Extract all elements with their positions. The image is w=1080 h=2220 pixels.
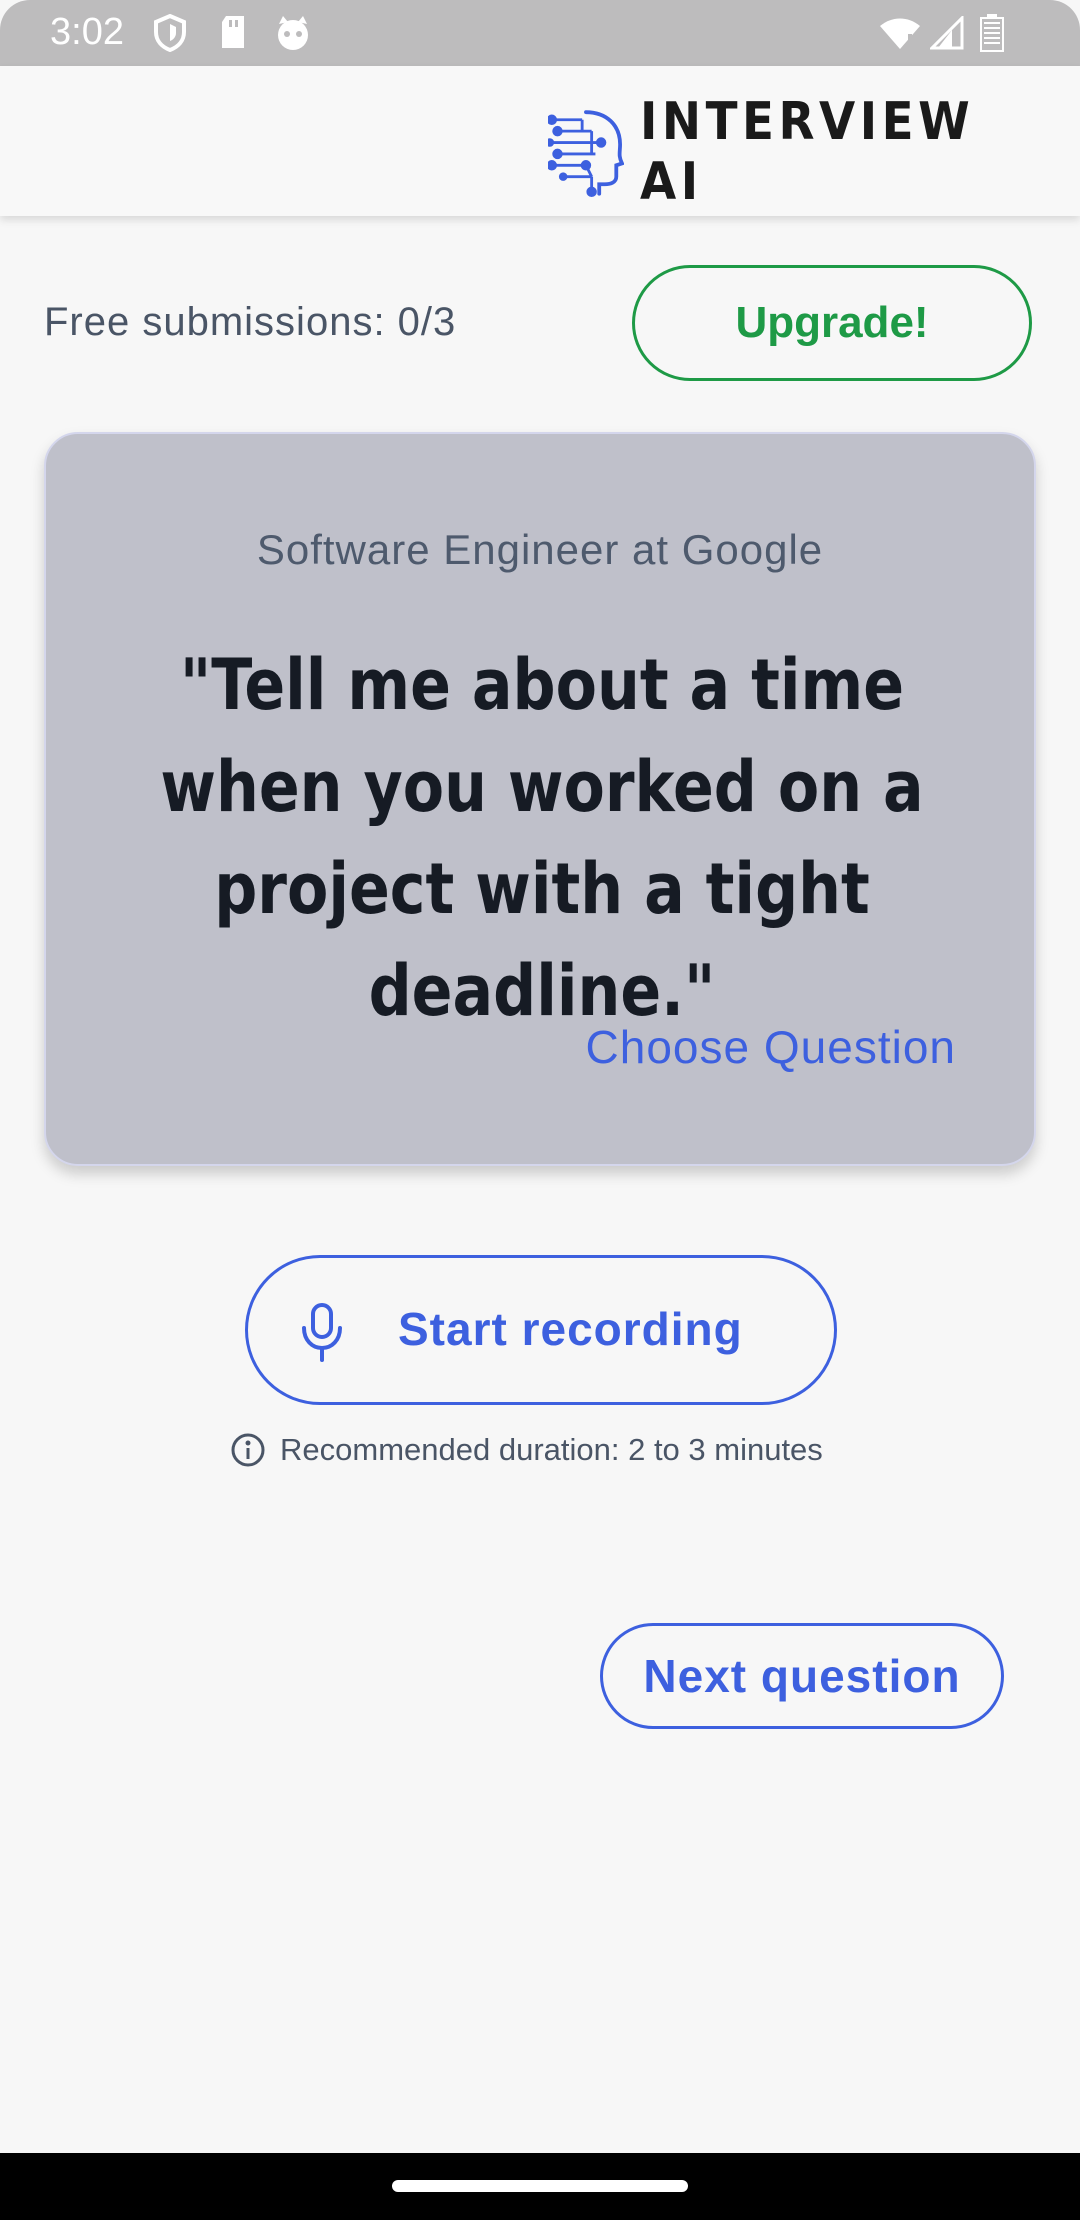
- ai-head-circuit-icon: [548, 110, 624, 198]
- upgrade-button[interactable]: Upgrade!: [632, 265, 1032, 381]
- signal-icon: [930, 16, 964, 50]
- next-question-button[interactable]: Next question: [600, 1623, 1004, 1729]
- free-submissions-label: Free submissions: 0/3: [44, 300, 457, 344]
- start-recording-button[interactable]: Start recording: [245, 1255, 837, 1405]
- battery-icon: [980, 14, 1004, 52]
- wifi-icon: [880, 18, 920, 49]
- recommended-duration: Recommended duration: 2 to 3 minutes: [230, 1430, 823, 1470]
- app-logo: INTERVIEW AI: [548, 92, 1080, 212]
- info-icon: [231, 1433, 265, 1467]
- start-recording-label: Start recording: [398, 1303, 743, 1355]
- status-bar: 3:02: [0, 0, 1080, 66]
- interview-question: "Tell me about a time when you worked on…: [160, 644, 924, 1032]
- job-title: Software Engineer at Google: [256, 526, 824, 573]
- cat-face-icon: [278, 16, 308, 50]
- sd-card-icon: [222, 16, 244, 48]
- home-indicator[interactable]: [392, 2180, 688, 2192]
- status-time: 3:02: [50, 11, 124, 53]
- choose-question-button[interactable]: Choose Question: [586, 1020, 956, 1074]
- question-card: Software Engineer at Google "Tell me abo…: [44, 432, 1036, 1166]
- app-logo-text: INTERVIEW AI: [639, 92, 975, 212]
- recommended-duration-text: Recommended duration: 2 to 3 minutes: [280, 1432, 823, 1467]
- shield-icon: [154, 14, 186, 52]
- microphone-icon: [302, 1303, 342, 1362]
- app-header: INTERVIEW AI: [0, 66, 1080, 216]
